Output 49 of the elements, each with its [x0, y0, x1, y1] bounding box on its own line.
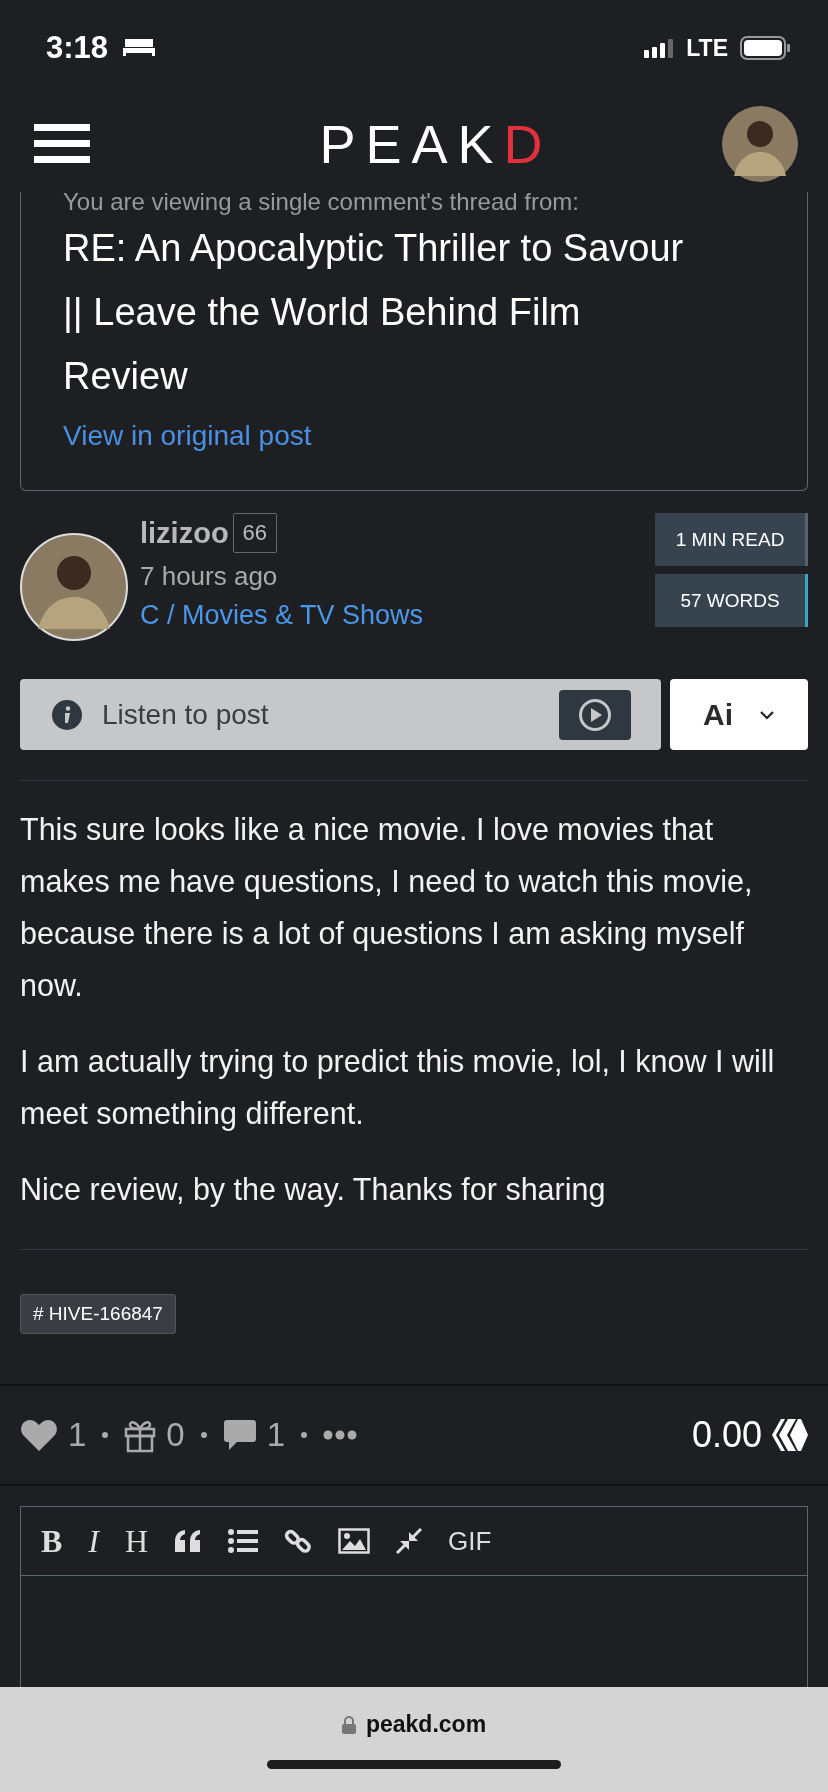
- list-icon[interactable]: [228, 1529, 259, 1553]
- author-name[interactable]: lizizoo: [140, 516, 229, 550]
- separator-dot: [301, 1432, 308, 1438]
- collapse-icon[interactable]: [396, 1528, 423, 1554]
- caret-icon: [759, 709, 775, 720]
- separator-dot: [102, 1432, 109, 1438]
- original-post-link[interactable]: View in original post: [63, 420, 312, 452]
- bed-icon: [122, 37, 157, 59]
- stat-label: 1 MIN READ: [655, 513, 808, 566]
- ai-dropdown[interactable]: Ai: [670, 679, 808, 750]
- community-link[interactable]: C / Movies & TV Shows: [140, 600, 643, 631]
- avatar[interactable]: [722, 106, 798, 182]
- signal-icon: [644, 38, 675, 58]
- comment-icon[interactable]: [222, 1419, 257, 1451]
- info-icon: [52, 699, 82, 730]
- format-button[interactable]: H: [125, 1522, 149, 1560]
- stat-label: 57 WORDS: [655, 574, 808, 627]
- image-icon[interactable]: [338, 1528, 371, 1554]
- gift-count: 0: [166, 1416, 185, 1454]
- menu-icon[interactable]: [34, 124, 90, 164]
- more-icon[interactable]: [323, 1430, 358, 1440]
- format-button[interactable]: I: [88, 1522, 99, 1560]
- quote-icon[interactable]: [174, 1530, 203, 1552]
- play-icon: [578, 697, 612, 732]
- comment-count: 1: [266, 1416, 286, 1454]
- lock-icon: [341, 1715, 356, 1734]
- heart-icon[interactable]: [20, 1418, 58, 1452]
- url-text[interactable]: peakd.com: [365, 1711, 487, 1738]
- avatar[interactable]: [20, 533, 128, 641]
- comment-paragraph: Nice review, by the way. Thanks for sharing: [20, 1171, 607, 1209]
- battery-icon: [740, 36, 790, 60]
- post-time: 7 hours ago: [140, 561, 279, 592]
- tag-chip[interactable]: # HIVE-166847: [20, 1294, 176, 1334]
- separator-dot: [200, 1432, 207, 1438]
- hive-icon: [772, 1418, 808, 1452]
- comment-paragraph: I am actually trying to predict this movie, lol, I know I will meet something different.: [20, 1043, 776, 1133]
- post-title: RE: An Apocalyptic Thriller to Savour || Leave the World Behind Film Review: [63, 226, 685, 399]
- payout-amount[interactable]: 0.00: [691, 1414, 762, 1456]
- thread-notice: You are viewing a single comment's thread from:: [63, 188, 579, 216]
- network-label: LTE: [686, 34, 728, 62]
- play-button[interactable]: [559, 689, 631, 740]
- vote-count: 1: [68, 1416, 87, 1454]
- reputation-score: 66: [232, 513, 278, 553]
- format-button[interactable]: B: [41, 1522, 63, 1560]
- comment-paragraph: This sure looks like a nice movie. I love movies that makes me have questions, I need to watch this movie, because there is a lot of questions I am asking myself now.: [20, 811, 754, 1004]
- listen-label: Listen to post: [102, 698, 269, 731]
- link-icon[interactable]: [284, 1527, 313, 1555]
- gif-button[interactable]: GIF: [448, 1525, 492, 1557]
- status-time: 3:18: [46, 30, 109, 66]
